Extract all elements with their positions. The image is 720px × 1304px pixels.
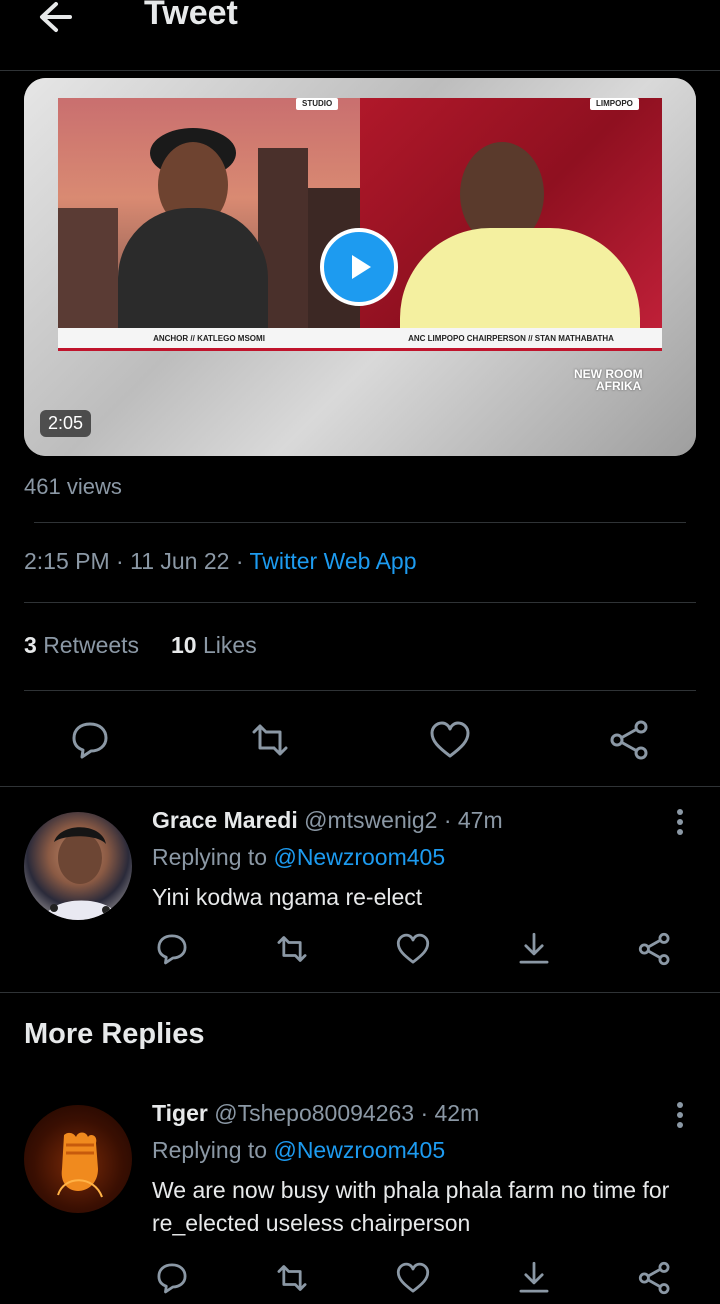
engagement-stats: 3 Retweets 10 Likes — [24, 632, 257, 659]
share-icon[interactable] — [637, 931, 681, 975]
top-bar: Tweet — [0, 0, 720, 71]
like-icon[interactable] — [395, 931, 439, 975]
like-icon[interactable] — [395, 1260, 439, 1304]
reply-icon[interactable] — [154, 931, 198, 975]
location-tag-studio: STUDIO — [296, 98, 339, 110]
more-icon[interactable] — [668, 807, 692, 837]
tweet-timestamp: 2:15 PM · 11 Jun 22 · Twitter Web App — [24, 548, 417, 574]
reply-text: We are now busy with phala phala farm no… — [152, 1177, 670, 1236]
mention-link[interactable]: @Newzroom405 — [273, 844, 445, 870]
download-icon[interactable] — [516, 1260, 560, 1304]
video-frame-remote — [360, 98, 662, 348]
share-icon[interactable] — [637, 1260, 681, 1304]
lower-third-left: ANCHOR // KATLEGO MSOMI — [58, 328, 360, 351]
retweet-icon[interactable] — [274, 931, 318, 975]
tweet-action-bar — [0, 712, 720, 768]
divider — [24, 690, 696, 691]
more-icon[interactable] — [668, 1100, 692, 1130]
channel-logo: NEW ROOM AFRIKA — [574, 367, 643, 393]
source-app-link[interactable]: Twitter Web App — [249, 548, 416, 574]
replying-to: Replying to @Newzroom405 — [152, 1137, 446, 1163]
download-icon[interactable] — [516, 931, 560, 975]
avatar[interactable] — [24, 812, 132, 920]
reply-text: Yini kodwa ngama re-elect — [152, 884, 423, 910]
like-icon[interactable] — [428, 718, 472, 762]
reply-author[interactable]: Grace Maredi @mtswenig2 · 47m — [152, 807, 503, 834]
video-duration: 2:05 — [40, 410, 92, 437]
play-button[interactable] — [320, 228, 398, 306]
location-tag-remote: LIMPOPO — [590, 98, 639, 110]
retweet-icon[interactable] — [274, 1260, 318, 1304]
reply-icon[interactable] — [68, 718, 112, 762]
reply-author[interactable]: Tiger @Tshepo80094263 · 42m — [152, 1100, 479, 1127]
avatar[interactable] — [24, 1105, 132, 1213]
reply-icon[interactable] — [154, 1260, 198, 1304]
divider — [34, 522, 686, 523]
view-count: 461 views — [24, 474, 122, 499]
more-replies-heading: More Replies — [24, 1018, 205, 1050]
back-arrow-icon[interactable] — [36, 0, 76, 34]
play-icon — [352, 255, 371, 279]
mention-link[interactable]: @Newzroom405 — [273, 1137, 445, 1163]
retweets-stat[interactable]: 3 Retweets — [24, 632, 139, 658]
likes-stat[interactable]: 10 Likes — [171, 632, 257, 658]
share-icon[interactable] — [608, 718, 652, 762]
replying-to: Replying to @Newzroom405 — [152, 844, 446, 870]
page-title: Tweet — [144, 0, 238, 32]
reply-tweet[interactable]: Grace Maredi @mtswenig2 · 47m Replying t… — [0, 787, 720, 992]
lower-third-right: ANC LIMPOPO CHAIRPERSON // STAN MATHABAT… — [360, 328, 662, 351]
divider — [24, 602, 696, 603]
retweet-icon[interactable] — [248, 718, 292, 762]
video-frame-studio — [58, 98, 360, 348]
divider — [0, 992, 720, 993]
video-player[interactable]: STUDIO LIMPOPO ANCHOR // KATLEGO MSOMI A… — [24, 78, 696, 456]
reply-tweet[interactable]: Tiger @Tshepo80094263 · 42m Replying to … — [0, 1080, 720, 1295]
